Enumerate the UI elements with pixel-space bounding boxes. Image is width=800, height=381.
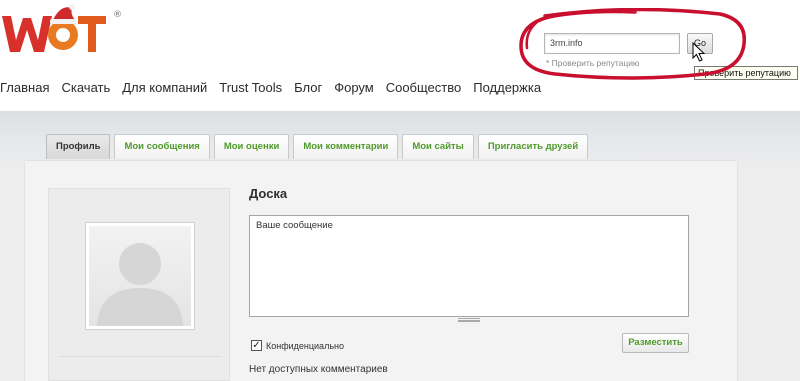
board-title: Доска [249, 186, 288, 201]
post-button[interactable]: Разместить [622, 333, 689, 353]
nav-item-download[interactable]: Скачать [61, 79, 110, 97]
tab-my-comments[interactable]: Мои комментарии [293, 134, 399, 159]
tab-my-messages[interactable]: Мои сообщения [114, 134, 210, 159]
nav-item-business[interactable]: Для компаний [122, 79, 207, 97]
nav-item-community[interactable]: Сообщество [386, 79, 462, 97]
main-nav: Главная Скачать Для компаний Trust Tools… [0, 79, 553, 97]
go-tooltip: Проверить репутацию [694, 66, 798, 80]
profile-tabs: Профиль Мои сообщения Мои оценки Мои ком… [46, 134, 592, 160]
message-textarea[interactable]: Ваше сообщение [249, 215, 689, 317]
nav-item-support[interactable]: Поддержка [473, 79, 541, 97]
no-comments-text: Нет доступных комментариев [249, 364, 388, 375]
private-checkbox[interactable]: ✓ [251, 340, 262, 351]
private-label: Конфиденциально [266, 341, 344, 351]
resize-grip-line [458, 320, 480, 321]
check-reputation-hint: * Проверить репутацию [546, 58, 640, 68]
tab-invite-friends[interactable]: Пригласить друзей [477, 134, 589, 159]
nav-item-blog[interactable]: Блог [294, 79, 322, 97]
nav-item-forum[interactable]: Форум [334, 79, 374, 97]
reputation-search-input[interactable]: 3rm.info [544, 33, 680, 54]
nav-item-home[interactable]: Главная [0, 79, 49, 97]
nav-item-trust-tools[interactable]: Trust Tools [219, 79, 282, 97]
mouse-cursor-icon [692, 42, 706, 62]
tab-my-sites[interactable]: Мои сайты [402, 134, 474, 159]
sidebar-divider [60, 356, 220, 357]
default-avatar-icon [97, 243, 183, 326]
registered-mark: ® [113, 10, 122, 20]
tab-my-ratings[interactable]: Мои оценки [213, 134, 290, 159]
wot-logo[interactable] [0, 2, 110, 60]
tab-profile[interactable]: Профиль [46, 134, 111, 159]
avatar[interactable] [85, 222, 195, 330]
